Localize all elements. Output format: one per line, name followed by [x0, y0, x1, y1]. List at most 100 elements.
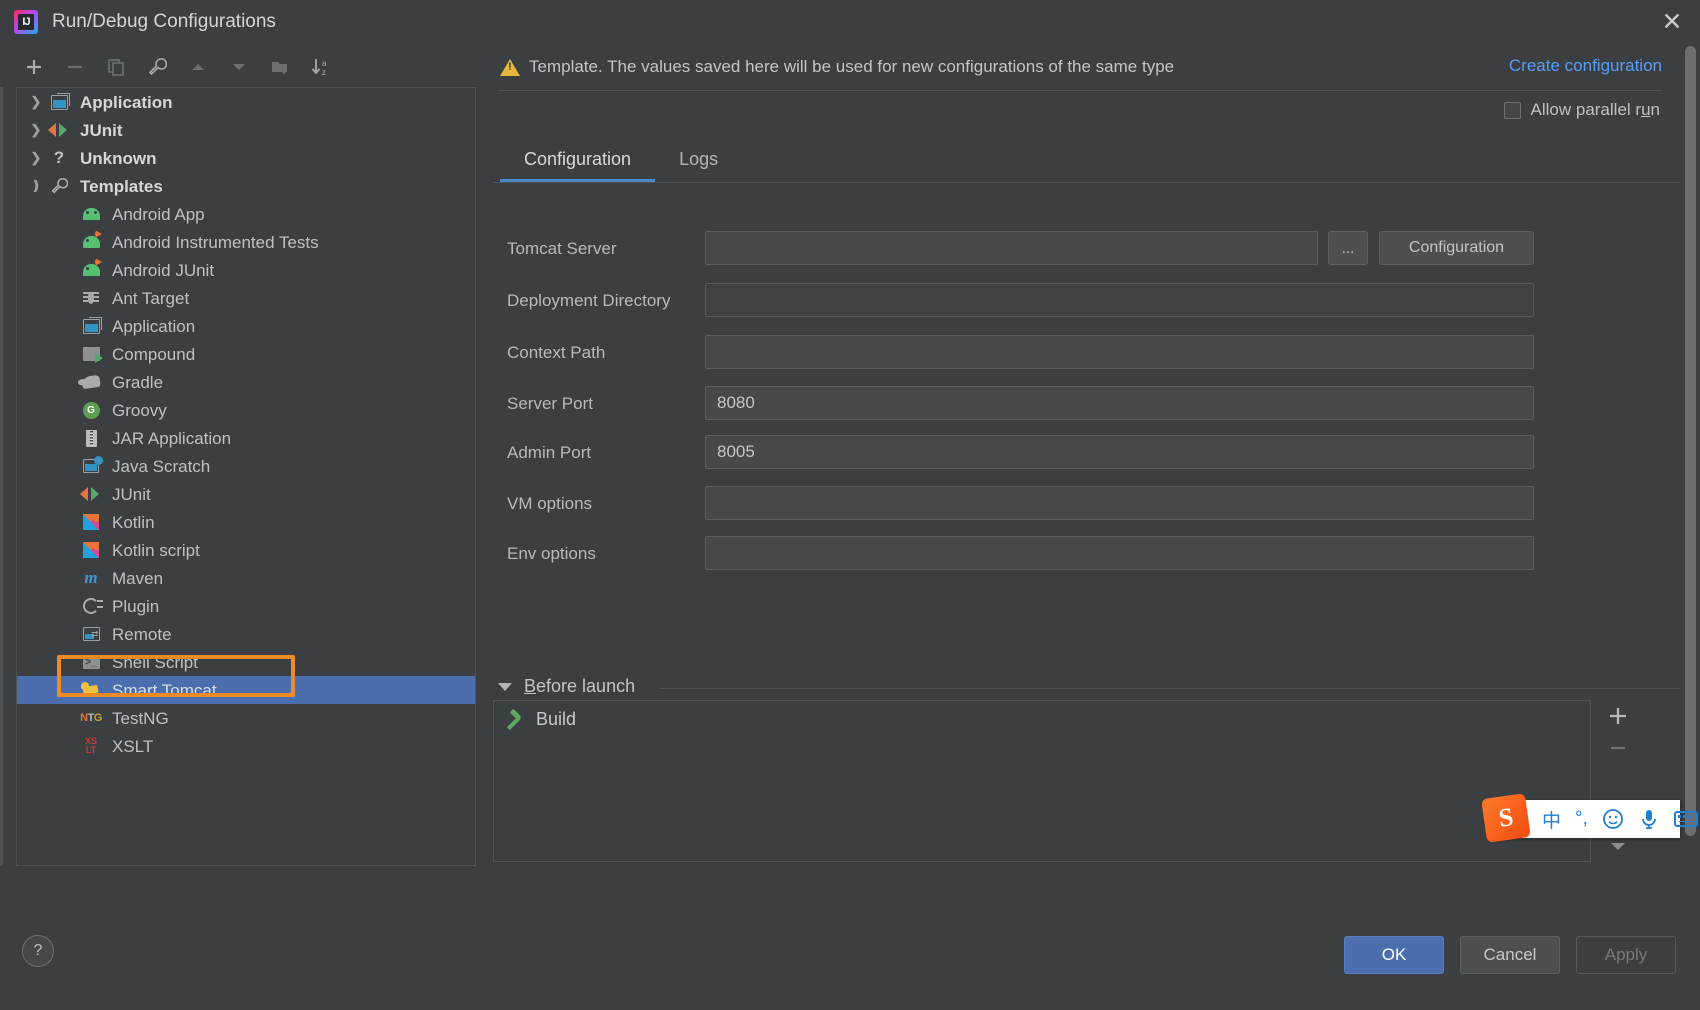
junit-icon [79, 484, 103, 504]
remove-task-button[interactable] [1595, 732, 1641, 764]
cancel-button[interactable]: Cancel [1460, 936, 1560, 974]
tree-item-testng[interactable]: NTG TestNG [17, 704, 475, 732]
title-bar: IJ Run/Debug Configurations [0, 0, 1700, 44]
tree-item-groovy[interactable]: G Groovy [17, 396, 475, 424]
sort-az-icon[interactable]: a z [303, 51, 339, 83]
kotlin-icon [79, 512, 103, 532]
divider [498, 90, 1662, 91]
tree-item-application[interactable]: Application [17, 312, 475, 340]
tomcat-configuration-button[interactable]: Configuration [1379, 231, 1534, 265]
tree-item-android-junit[interactable]: Android JUnit [17, 256, 475, 284]
apply-button[interactable]: Apply [1576, 936, 1676, 974]
run-debug-configurations-dialog: IJ Run/Debug Configurations ✕ a z ❯ Appl… [0, 0, 1700, 1010]
ime-soft-keyboard-button[interactable] [1673, 811, 1698, 827]
checkbox-box[interactable] [1503, 101, 1521, 119]
add-task-button[interactable] [1595, 700, 1641, 732]
context-path-input[interactable] [705, 335, 1534, 369]
tree-item-label: Groovy [112, 400, 167, 420]
move-down-button[interactable] [221, 51, 257, 83]
server-port-label: Server Port [507, 394, 593, 413]
ime-language-toggle[interactable]: 中 [1542, 806, 1561, 833]
tree-item-label: Android JUnit [112, 260, 215, 280]
close-icon[interactable]: ✕ [1644, 0, 1700, 44]
tree-item-kotlin-script[interactable]: Kotlin script [17, 536, 475, 564]
new-folder-button[interactable] [262, 51, 298, 83]
tree-group-junit[interactable]: ❯ JUnit [17, 116, 475, 144]
wrench-icon [47, 176, 71, 196]
allow-parallel-run-checkbox[interactable]: Allow parallel run [1503, 100, 1660, 120]
ok-button[interactable]: OK [1344, 936, 1444, 974]
ime-emoji-button[interactable] [1602, 808, 1624, 830]
tree-item-maven[interactable]: m Maven [17, 564, 475, 592]
chevron-down-icon[interactable] [498, 682, 512, 691]
tree-item-android-instrumented-tests[interactable]: Android Instrumented Tests [17, 228, 475, 256]
sogou-logo-icon[interactable]: S [1481, 793, 1531, 843]
tree-item-xslt[interactable]: XS LT XSLT [17, 732, 475, 760]
deployment-directory-label: Deployment Directory [507, 291, 671, 310]
question-icon: ? [53, 148, 65, 167]
svg-text:a: a [322, 59, 327, 68]
tree-item-shell-script[interactable]: >_ Shell Script [17, 648, 475, 676]
help-button[interactable]: ? [22, 935, 54, 967]
tree-item-android-app[interactable]: Android App [17, 200, 475, 228]
java-scratch-icon [79, 456, 103, 476]
vm-options-input[interactable] [705, 486, 1534, 520]
create-configuration-link[interactable]: Create configuration [1509, 56, 1662, 76]
tree-item-ant-target[interactable]: Ant Target [17, 284, 475, 312]
edit-templates-wrench-icon[interactable] [139, 51, 175, 83]
copy-configuration-button[interactable] [98, 51, 134, 83]
tree-group-unknown[interactable]: ❯ ? Unknown [17, 144, 475, 172]
tree-group-application[interactable]: ❯ Application [17, 88, 475, 116]
jar-icon [79, 428, 103, 448]
tree-item-compound[interactable]: Compound [17, 340, 475, 368]
move-up-button[interactable] [180, 51, 216, 83]
tree-item-kotlin[interactable]: Kotlin [17, 508, 475, 536]
tree-item-label: Kotlin [112, 512, 155, 532]
add-configuration-button[interactable] [16, 51, 52, 83]
chevron-right-icon[interactable]: ❯ [25, 150, 47, 166]
before-launch-header[interactable]: Before launch [498, 676, 635, 697]
server-port-input[interactable]: 8080 [705, 386, 1534, 420]
tab-configuration[interactable]: Configuration [500, 136, 656, 182]
tree-item-gradle[interactable]: Gradle [17, 368, 475, 396]
tab-logs[interactable]: Logs [655, 136, 742, 182]
junit-icon [47, 120, 71, 140]
tomcat-server-label: Tomcat Server [507, 239, 617, 258]
tomcat-server-combobox[interactable] [705, 231, 1318, 265]
before-launch-item-build[interactable]: Build [494, 701, 1590, 737]
tree-item-remote[interactable]: Remote [17, 620, 475, 648]
maven-icon: m [84, 568, 98, 587]
tree-item-label: Shell Script [112, 652, 198, 672]
remove-configuration-button[interactable] [57, 51, 93, 83]
tree-item-label: JAR Application [112, 428, 232, 448]
intellij-idea-icon: IJ [14, 10, 38, 34]
chevron-down-icon[interactable]: ❫ [25, 178, 47, 194]
tree-item-label: Gradle [112, 372, 164, 392]
tree-item-junit[interactable]: JUnit [17, 480, 475, 508]
tomcat-icon [79, 680, 103, 700]
tree-item-smart-tomcat[interactable]: Smart Tomcat [17, 676, 475, 704]
ime-voice-input-button[interactable] [1638, 808, 1660, 830]
browse-tomcat-server-button[interactable]: ... [1328, 231, 1368, 265]
warning-icon [500, 58, 520, 76]
config-tabs: Configuration Logs [500, 136, 742, 182]
before-launch-divider [660, 688, 1680, 689]
tree-scrollbar[interactable] [0, 87, 3, 866]
tree-item-label: Android Instrumented Tests [112, 232, 319, 252]
configurations-toolbar: a z [16, 48, 476, 86]
tree-group-label: Application [80, 92, 173, 112]
context-path-label: Context Path [507, 343, 606, 362]
chevron-right-icon[interactable]: ❯ [25, 94, 47, 110]
chevron-right-icon[interactable]: ❯ [25, 122, 47, 138]
vm-options-label: VM options [507, 494, 593, 513]
tree-item-plugin[interactable]: Plugin [17, 592, 475, 620]
ime-punctuation-toggle[interactable]: °, [1575, 808, 1588, 830]
tree-item-label: Application [112, 316, 196, 336]
tree-item-jar-application[interactable]: JAR Application [17, 424, 475, 452]
deployment-directory-input[interactable] [705, 283, 1534, 317]
admin-port-input[interactable]: 8005 [705, 435, 1534, 469]
env-options-input[interactable] [705, 536, 1534, 570]
dialog-scrollbar-thumb[interactable] [1685, 46, 1696, 836]
tree-item-java-scratch[interactable]: Java Scratch [17, 452, 475, 480]
tree-group-templates[interactable]: ❫ Templates [17, 172, 475, 200]
